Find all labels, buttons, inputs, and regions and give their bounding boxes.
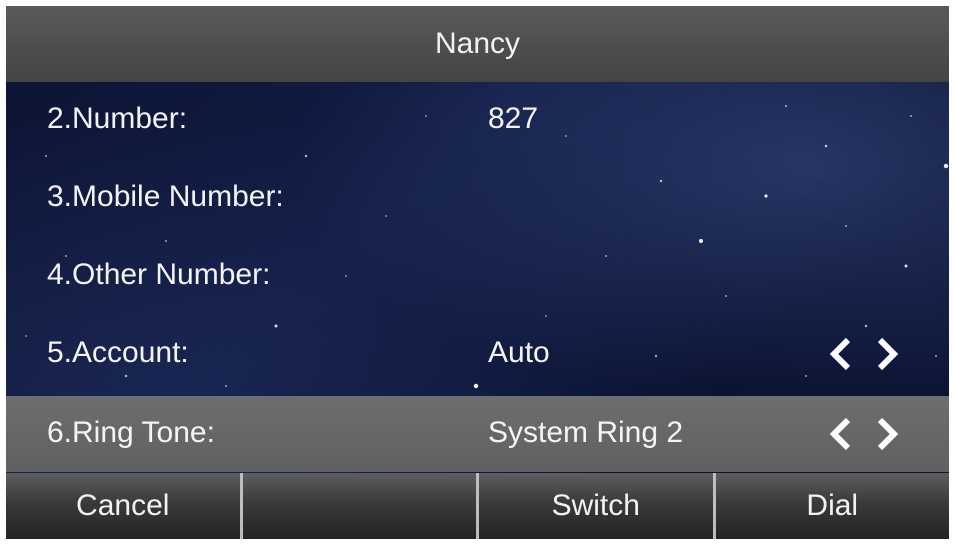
field-account[interactable]: 5.Account: Auto [6, 316, 949, 392]
field-label: 2.Number: [47, 102, 188, 135]
field-other-number[interactable]: 4.Other Number: [6, 238, 949, 314]
field-label: 5.Account: [47, 336, 189, 369]
contact-name: Nancy [434, 27, 521, 60]
field-mobile-number[interactable]: 3.Mobile Number: [6, 160, 949, 236]
contact-title-bar: Nancy [6, 6, 949, 82]
switch-softkey[interactable]: Switch [479, 473, 716, 539]
field-number[interactable]: 2.Number: 827 [6, 82, 949, 158]
cancel-softkey[interactable]: Cancel [6, 473, 243, 539]
field-ring-tone[interactable]: 6.Ring Tone: System Ring 2 [6, 396, 949, 472]
account-selector-arrows[interactable] [824, 334, 904, 374]
field-value: 827 [488, 102, 539, 135]
chevron-left-icon[interactable] [829, 337, 851, 371]
chevron-right-icon[interactable] [877, 337, 899, 371]
softkey-bar: Cancel Switch Dial [6, 473, 949, 539]
field-label: 4.Other Number: [47, 258, 271, 291]
chevron-left-icon[interactable] [829, 417, 851, 451]
empty-softkey[interactable] [242, 473, 479, 539]
field-label: 3.Mobile Number: [47, 180, 284, 213]
field-value: Auto [488, 336, 550, 369]
dial-softkey[interactable]: Dial [715, 473, 949, 539]
phone-screen: Nancy 2.Number: 827 3.Mobile Number: 4.O… [6, 6, 949, 539]
field-value: System Ring 2 [488, 416, 684, 449]
field-label: 6.Ring Tone: [47, 416, 215, 449]
ring-tone-selector-arrows[interactable] [824, 414, 904, 454]
chevron-right-icon[interactable] [877, 417, 899, 451]
